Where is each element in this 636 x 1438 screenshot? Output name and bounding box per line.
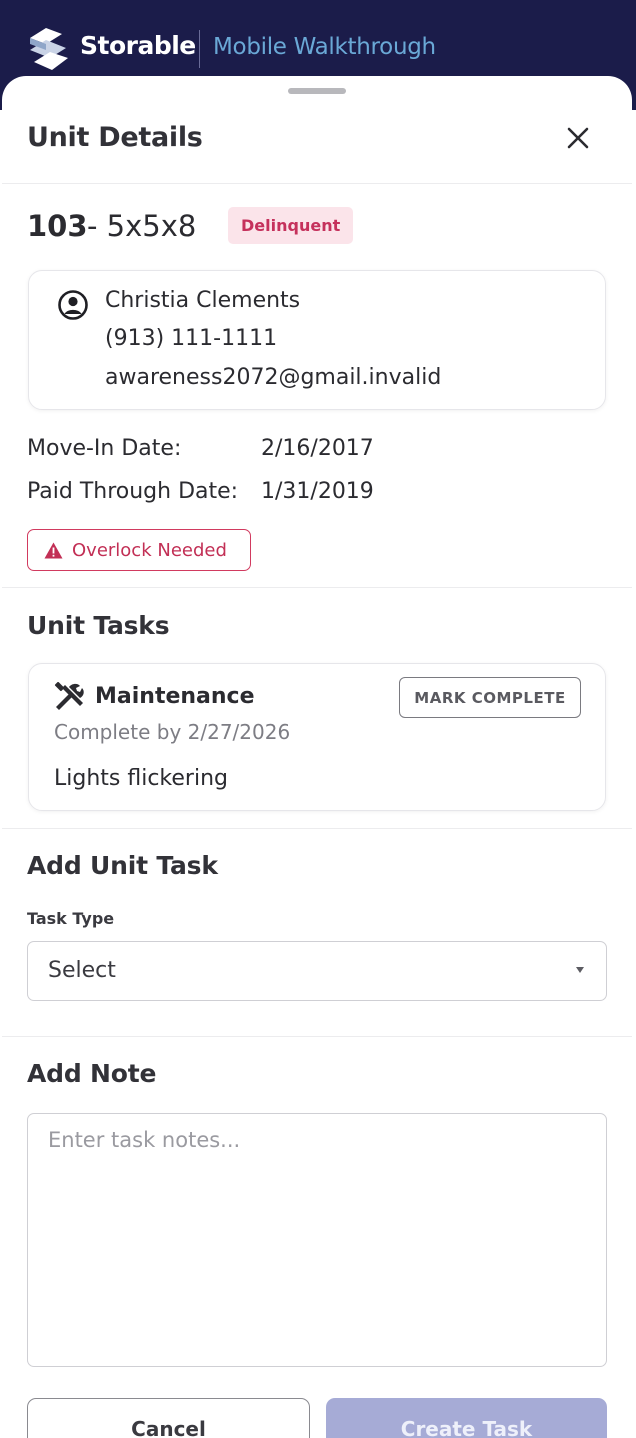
task-type-select[interactable]: Select	[27, 941, 607, 1001]
move-in-value: 2/16/2017	[261, 436, 374, 461]
unit-details-sheet: Unit Details 103 - 5x5x8 Delinquent Chri…	[2, 76, 632, 1438]
unit-size: - 5x5x8	[87, 209, 197, 243]
mark-complete-button[interactable]: MARK COMPLETE	[399, 677, 581, 718]
unit-tasks-title: Unit Tasks	[27, 611, 170, 640]
tenant-name: Christia Clements	[105, 288, 301, 313]
move-in-label: Move-In Date:	[27, 436, 182, 461]
section-divider	[2, 587, 632, 588]
sheet-grabber[interactable]	[288, 88, 346, 94]
brand-name: Storable	[80, 31, 196, 60]
close-button[interactable]	[560, 120, 596, 156]
warning-triangle-icon	[44, 542, 63, 558]
close-icon	[567, 127, 589, 149]
task-card: Maintenance MARK COMPLETE Complete by 2/…	[28, 663, 606, 811]
paid-through-value: 1/31/2019	[261, 479, 374, 504]
task-description: Lights flickering	[54, 766, 228, 791]
paid-through-label: Paid Through Date:	[27, 479, 239, 504]
brand-divider	[199, 30, 200, 68]
add-unit-task-title: Add Unit Task	[27, 851, 218, 880]
header-divider	[2, 183, 632, 184]
task-type-selected: Select	[48, 958, 116, 983]
status-badge: Delinquent	[228, 207, 354, 244]
task-type-label: Task Type	[27, 909, 115, 928]
section-divider	[2, 828, 632, 829]
tools-icon	[54, 682, 84, 710]
task-notes-input[interactable]	[27, 1113, 607, 1367]
cancel-button[interactable]: Cancel	[27, 1398, 310, 1438]
sheet-title: Unit Details	[27, 122, 203, 153]
storable-logo-icon	[30, 28, 68, 70]
task-due-date: Complete by 2/27/2026	[54, 720, 291, 744]
add-note-title: Add Note	[27, 1059, 157, 1088]
brand-subtitle: Mobile Walkthrough	[213, 34, 436, 60]
tenant-email: awareness2072@gmail.invalid	[105, 365, 442, 390]
person-circle-icon	[58, 290, 88, 320]
caret-down-icon	[576, 967, 584, 973]
task-type: Maintenance	[95, 684, 255, 709]
section-divider	[2, 1036, 632, 1037]
tenant-card: Christia Clements (913) 111-1111 awarene…	[28, 270, 606, 410]
unit-number: 103	[27, 209, 88, 243]
overlock-label: Overlock Needed	[72, 539, 227, 561]
overlock-needed-badge[interactable]: Overlock Needed	[27, 529, 251, 571]
create-task-button[interactable]: Create Task	[326, 1398, 607, 1438]
tenant-phone: (913) 111-1111	[105, 326, 278, 351]
